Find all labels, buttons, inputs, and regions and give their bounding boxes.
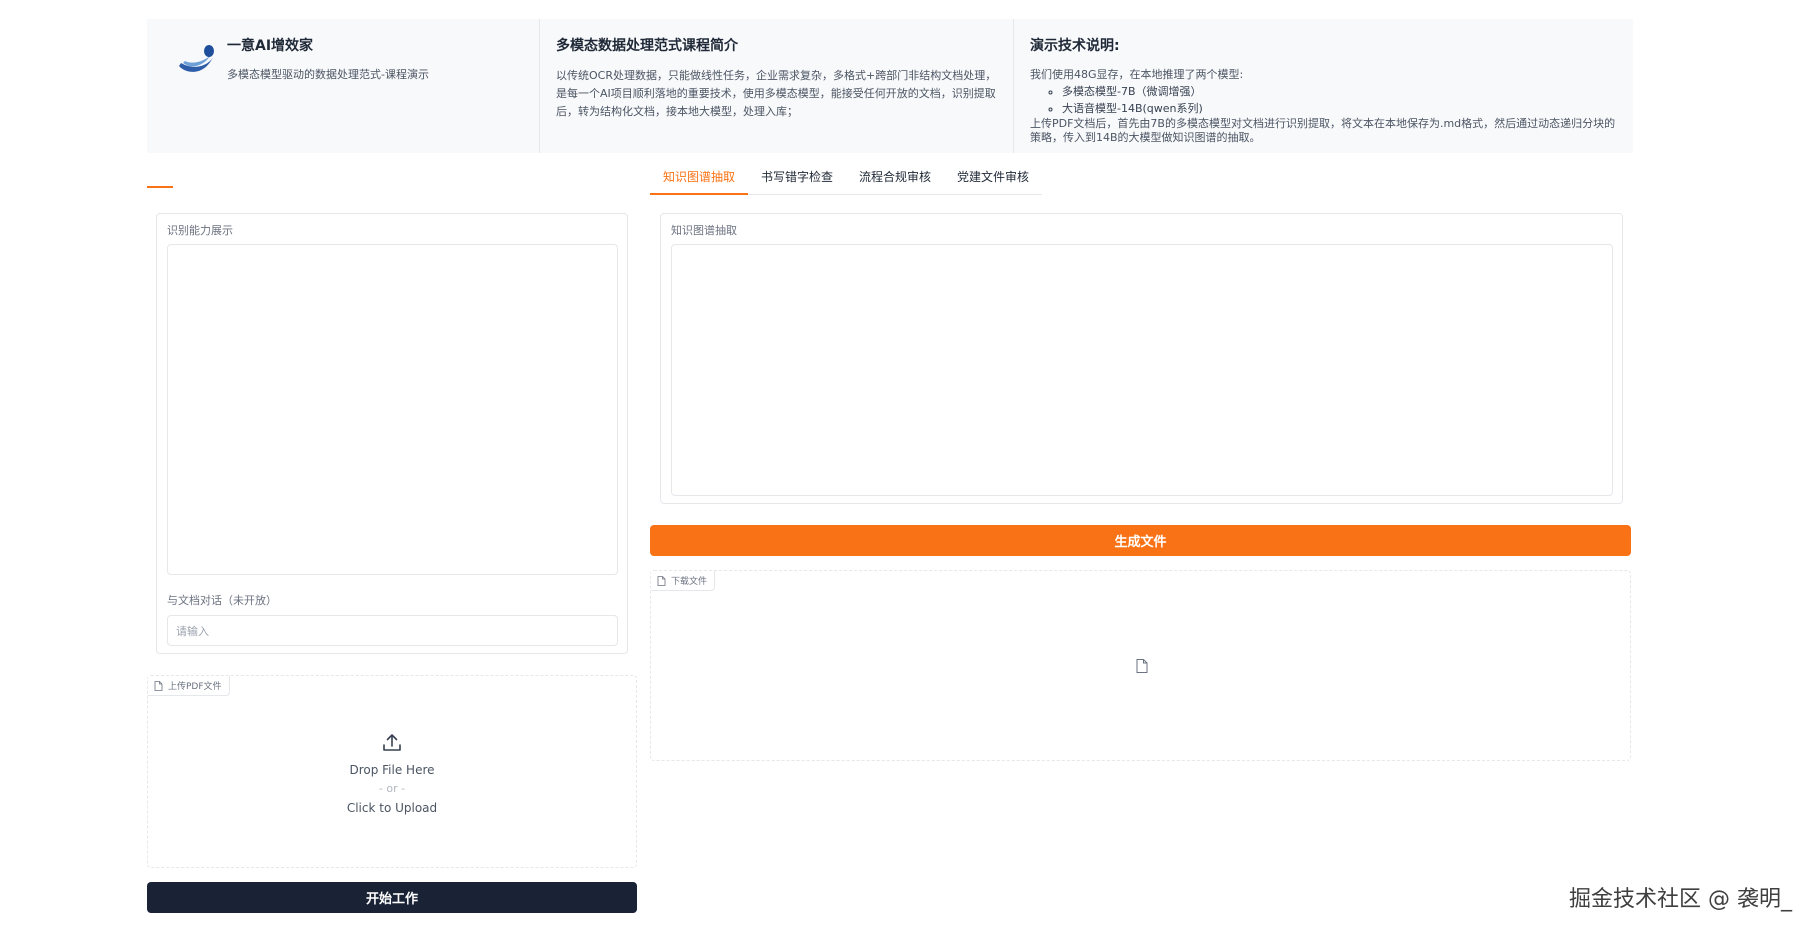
- tech-footnote: 上传PDF文档后，首先由7B的多模态模型对文档进行识别提取，将文本在本地保存为.…: [1030, 117, 1616, 144]
- logo-icon: [179, 45, 214, 72]
- download-tag: 下载文件: [651, 571, 716, 591]
- file-icon: [657, 575, 666, 586]
- brand-section: 一意AI增效家 多模态模型驱动的数据处理范式-课程演示: [147, 19, 539, 153]
- model-list-item: 多模态模型-7B（微调增强）: [1062, 83, 1617, 100]
- chat-label: 与文档对话（未开放）: [167, 594, 277, 607]
- tab-process-compliance[interactable]: 流程合规审核: [846, 164, 944, 194]
- knowledge-graph-output[interactable]: [671, 244, 1613, 496]
- course-title: 多模态数据处理范式课程简介: [556, 38, 738, 54]
- tab-knowledge-graph[interactable]: 知识图谱抽取: [650, 164, 749, 195]
- brand-subtitle: 多模态模型驱动的数据处理范式-课程演示: [227, 68, 429, 81]
- file-icon: [154, 680, 163, 691]
- upload-tag: 上传PDF文件: [148, 676, 230, 696]
- start-work-button[interactable]: 开始工作: [147, 882, 637, 913]
- left-tab-indicator: [147, 186, 173, 188]
- tech-notes-section: 演示技术说明: 我们使用48G显存，在本地推理了两个模型: 多模态模型-7B（微…: [1013, 19, 1633, 153]
- model-list: 多模态模型-7B（微调增强） 大语音模型-14B(qwen系列): [1030, 83, 1617, 117]
- course-intro-section: 多模态数据处理范式课程简介 以传统OCR处理数据，只能做线性任务，企业需求复杂，…: [539, 19, 1013, 153]
- watermark: 掘金技术社区 @ 袭明_: [1569, 887, 1792, 912]
- drop-file-text: Drop File Here: [349, 763, 435, 777]
- course-description: 以传统OCR处理数据，只能做线性任务，企业需求复杂，多格式+跨部门非结构文档处理…: [556, 69, 997, 118]
- tab-bar: 知识图谱抽取 书写错字检查 流程合规审核 党建文件审核: [650, 164, 1043, 195]
- tech-title: 演示技术说明:: [1030, 38, 1120, 54]
- recognition-label: 识别能力展示: [167, 224, 233, 237]
- knowledge-graph-panel: 知识图谱抽取: [660, 213, 1623, 504]
- tech-intro: 我们使用48G显存，在本地推理了两个模型:: [1030, 68, 1244, 81]
- download-file-area[interactable]: 下载文件: [650, 570, 1631, 761]
- or-text: - or -: [378, 782, 406, 795]
- brand-title: 一意AI增效家: [227, 38, 314, 54]
- chat-input[interactable]: 请输入: [167, 615, 618, 646]
- upload-tag-label: 上传PDF文件: [168, 682, 222, 692]
- upload-icon: [383, 734, 401, 751]
- pdf-upload-dropzone[interactable]: 上传PDF文件 Drop File Here - or - Click to U…: [147, 675, 637, 868]
- upload-prompt: Drop File Here - or - Click to Upload: [148, 732, 636, 818]
- click-upload-text: Click to Upload: [346, 801, 438, 815]
- knowledge-graph-label: 知识图谱抽取: [671, 224, 737, 237]
- generate-file-button[interactable]: 生成文件: [650, 525, 1631, 556]
- download-tag-label: 下载文件: [671, 577, 708, 587]
- recognition-display[interactable]: [167, 244, 618, 575]
- tab-typo-check[interactable]: 书写错字检查: [748, 164, 846, 194]
- file-icon: [1136, 659, 1148, 673]
- tab-party-document-review[interactable]: 党建文件审核: [944, 164, 1042, 194]
- model-list-item: 大语音模型-14B(qwen系列): [1062, 100, 1617, 117]
- header: 一意AI增效家 多模态模型驱动的数据处理范式-课程演示 多模态数据处理范式课程简…: [147, 19, 1633, 153]
- recognition-panel: 识别能力展示 与文档对话（未开放） 请输入: [156, 213, 628, 654]
